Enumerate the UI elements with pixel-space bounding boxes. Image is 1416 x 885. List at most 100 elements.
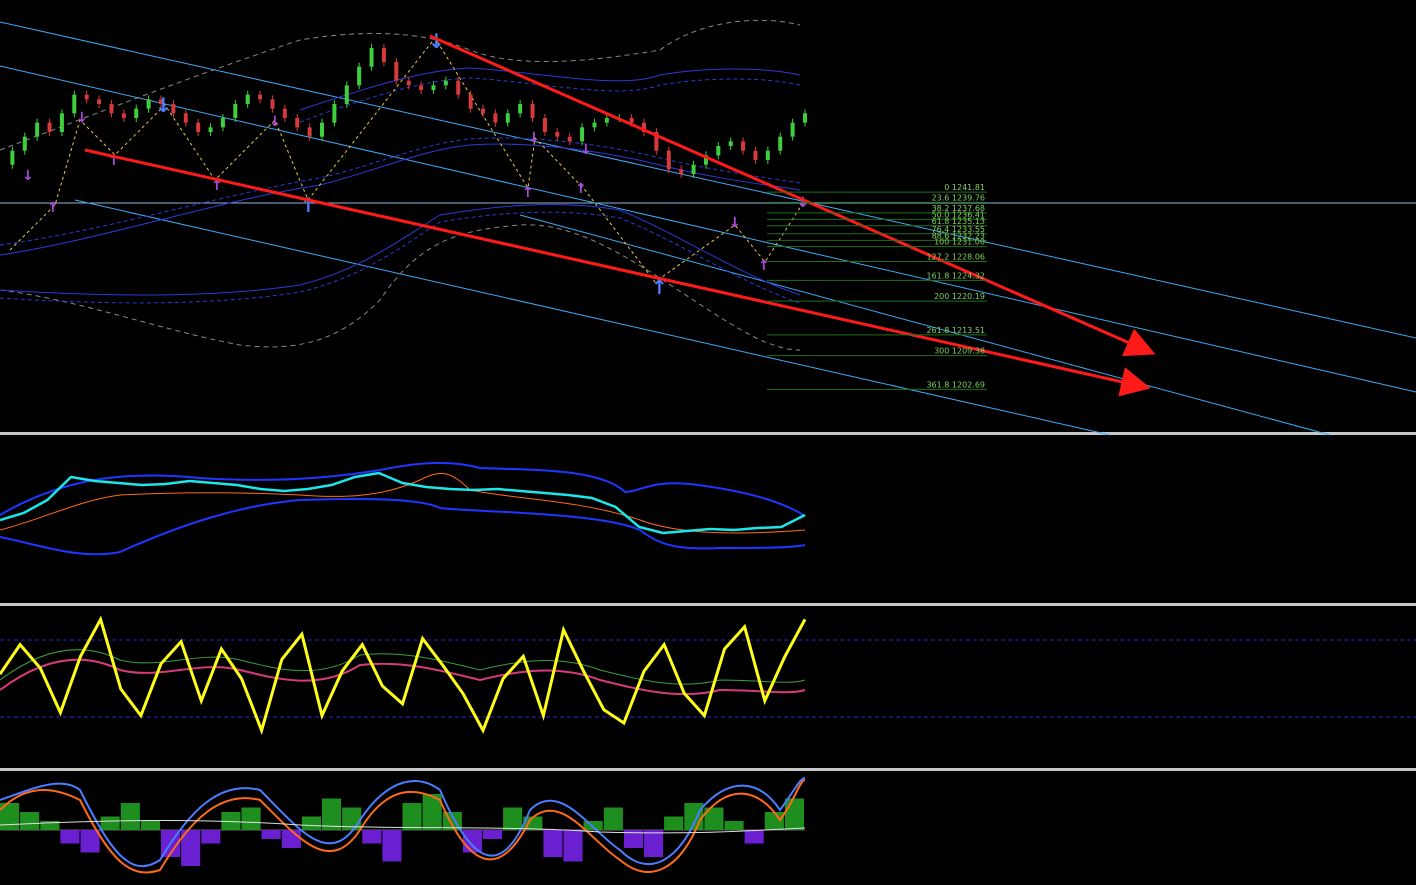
candle-body: [567, 136, 572, 142]
histogram-bar: [543, 830, 563, 857]
fractal-markers: ↓ ↑ ↓ ↑ ↓ ↑ ↓ ↑ ↓ ↑ ↓ ↑ ↓ ↑ ↓ ↑ ↓: [22, 29, 809, 299]
candle-body: [443, 80, 448, 86]
indicator-panel-3[interactable]: [0, 777, 806, 874]
histogram-bar: [402, 803, 422, 830]
candle-body: [790, 122, 795, 137]
histogram-bar: [281, 830, 301, 848]
chart-canvas: ↓ ↑ ↓ ↑ ↓ ↑ ↓ ↑ ↓ ↑ ↓ ↑ ↓ ↑ ↓ ↑ ↓ 0 1241…: [0, 19, 1416, 874]
indicator-panel-1[interactable]: [0, 461, 806, 556]
indicator-panel-2[interactable]: [0, 615, 1416, 736]
candle-body: [604, 118, 609, 123]
histogram-bar: [744, 830, 764, 844]
histogram-bar: [764, 812, 784, 830]
smoothed-line-2: [0, 649, 806, 685]
main-price-panel[interactable]: ↓ ↑ ↓ ↑ ↓ ↑ ↓ ↑ ↓ ↑ ↓ ↑ ↓ ↑ ↓ ↑ ↓ 0 1241…: [0, 19, 1416, 436]
svg-text:↓: ↓: [729, 215, 741, 231]
candle-body: [196, 122, 201, 132]
candle-body: [406, 80, 411, 86]
candle-body: [555, 132, 560, 137]
fibonacci-levels: 0 1241.8123.6 1239.7638.2 1237.6850.0 12…: [767, 183, 987, 390]
svg-text:↓: ↓: [269, 114, 281, 130]
lower-band: [0, 497, 806, 556]
histogram-bar: [483, 830, 503, 839]
fib-level-label: 23.6 1239.76: [932, 193, 985, 202]
candle-body: [666, 150, 671, 170]
candle-body: [282, 108, 287, 118]
candle-body: [59, 113, 64, 132]
histogram-bar: [20, 812, 40, 830]
svg-text:↑: ↑: [522, 185, 534, 201]
candle-body: [47, 122, 52, 132]
candle-body: [332, 104, 337, 123]
candle-body: [183, 113, 188, 123]
candle-body: [146, 99, 151, 109]
candle-body: [369, 48, 374, 67]
candle-body: [171, 104, 176, 114]
histogram-bar: [322, 798, 342, 830]
fib-level-label: 100 1231.00: [934, 238, 985, 247]
candle-body: [765, 150, 770, 160]
candle-body: [691, 164, 696, 174]
histogram-bar: [60, 830, 80, 844]
svg-text:↓: ↓: [528, 130, 540, 146]
svg-text:↑: ↑: [758, 258, 770, 274]
candle-body: [320, 122, 324, 137]
candle-body: [530, 104, 535, 118]
candle-body: [518, 104, 523, 114]
histogram-bar: [724, 821, 744, 830]
histogram-bar: [603, 807, 623, 830]
candle-body: [258, 94, 263, 100]
candle-body: [394, 62, 399, 81]
fib-level-label: 127.2 1228.06: [926, 252, 985, 261]
candle-body: [542, 118, 547, 132]
fib-level-label: 261.8 1213.51: [926, 326, 985, 335]
histogram-bar: [140, 821, 160, 830]
candle-body: [233, 104, 238, 118]
svg-text:↓: ↓: [580, 142, 592, 158]
candle-body: [121, 113, 126, 118]
candle-body: [381, 48, 386, 62]
svg-text:↑: ↑: [300, 193, 317, 217]
candle-body: [505, 113, 510, 123]
histogram-bar: [382, 830, 402, 862]
candle-body: [208, 127, 213, 132]
fib-level-label: 200 1220.19: [934, 292, 985, 301]
regression-channel: [0, 21, 1416, 436]
candle-body: [468, 94, 473, 109]
candle-body: [10, 150, 15, 165]
fib-level-label: 161.8 1224.32: [926, 271, 985, 280]
candle-body: [629, 118, 634, 123]
histogram-bar: [120, 803, 140, 830]
fib-level-label: 0 1241.81: [944, 183, 985, 192]
candle-body: [344, 85, 349, 104]
candle-body: [728, 141, 733, 146]
candle-body: [270, 99, 275, 109]
candle-body: [134, 108, 139, 118]
candle-body: [295, 118, 300, 128]
histogram-bar: [563, 830, 583, 862]
candle-body: [741, 141, 746, 151]
svg-text:↑: ↑: [575, 181, 587, 197]
fib-level-label: 300 1209.38: [934, 347, 985, 356]
candle-body: [84, 94, 89, 100]
histogram-bar: [362, 830, 382, 844]
candle-body: [778, 136, 783, 151]
candle-body: [109, 104, 114, 114]
svg-text:↑: ↑: [47, 200, 59, 216]
candle-body: [580, 127, 585, 142]
histogram-bar: [100, 816, 120, 830]
envelope-bands: [0, 19, 801, 351]
candle-body: [803, 113, 807, 123]
candle-body: [493, 113, 498, 123]
candle-body: [307, 127, 312, 137]
histogram-bar: [784, 798, 804, 830]
candle-body: [481, 108, 485, 114]
candle-body: [220, 118, 225, 128]
histogram-bar: [80, 830, 100, 853]
candle-body: [419, 85, 424, 90]
candle-body: [753, 150, 758, 160]
indicator-1-line: [0, 471, 806, 535]
indicator-2-line: [0, 615, 807, 736]
candle-body: [22, 136, 27, 151]
histogram-bar: [261, 830, 281, 839]
